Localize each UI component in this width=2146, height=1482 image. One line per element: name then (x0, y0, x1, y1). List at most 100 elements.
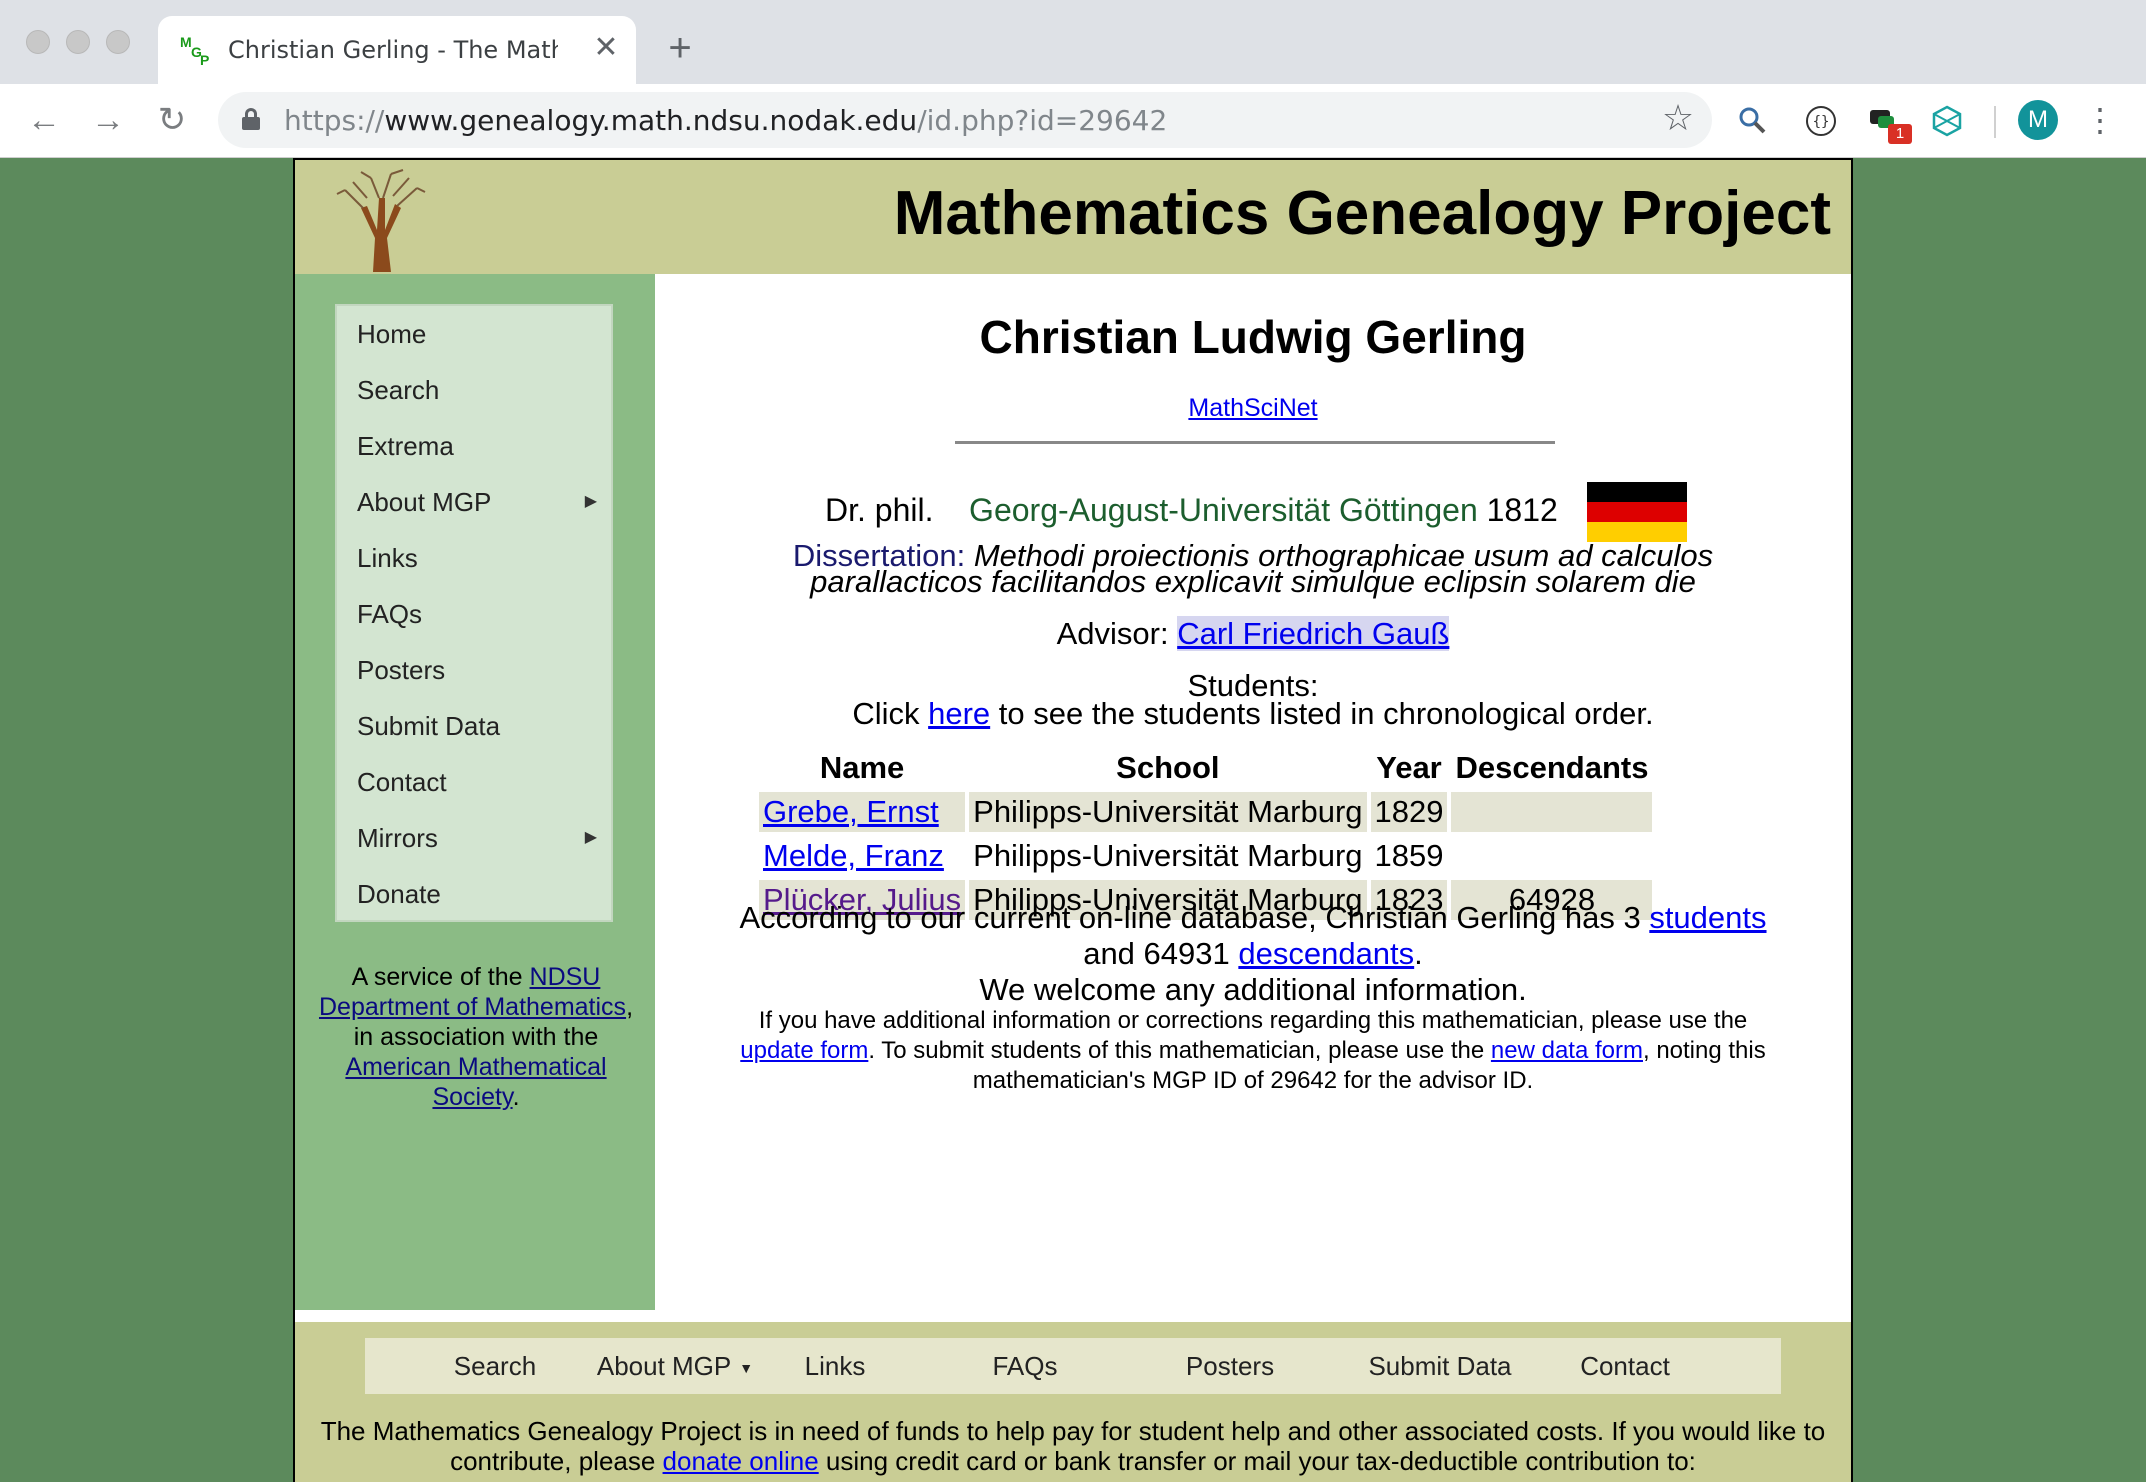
sidebar-item-faqs[interactable]: FAQs (337, 586, 611, 642)
window-close-dot[interactable] (26, 30, 50, 54)
chrono-text: Click (852, 696, 929, 731)
students-table: Name School Year Descendants Grebe, Erns… (755, 744, 1656, 924)
sidebar-item-submit-data[interactable]: Submit Data (337, 698, 611, 754)
sidebar-item-home[interactable]: Home (337, 306, 611, 362)
sidebar-item-label: Submit Data (357, 711, 501, 741)
sidebar-item-label: Home (357, 319, 427, 349)
fund-text: contribute, please (450, 1446, 663, 1476)
extension-chat-icon[interactable]: 1 (1866, 104, 1912, 144)
mathscinet-link[interactable]: MathSciNet (1188, 394, 1317, 422)
sidebar-item-label: Posters (357, 655, 446, 685)
site-banner: Mathematics Genealogy Project (295, 158, 1851, 274)
student-link[interactable]: Grebe, Ernst (763, 794, 939, 829)
tab-close-icon[interactable]: ✕ (588, 30, 624, 66)
footer-nav-search[interactable]: Search (425, 1338, 565, 1394)
new-tab-icon[interactable]: + (660, 28, 700, 68)
chronological-link[interactable]: here (928, 696, 990, 731)
new-data-form-link[interactable]: new data form (1491, 1037, 1643, 1064)
reload-icon[interactable]: ↻ (152, 100, 192, 140)
degree-row: Dr. phil. Georg-August-Universität Götti… (655, 480, 1851, 542)
ams-link[interactable]: American Mathematical Society (345, 1053, 606, 1111)
dissertation-line-2: parallacticos facilitandos explicavit si… (655, 564, 1851, 600)
tab-strip: MGP Christian Gerling - The Mathem ✕ + (0, 0, 2146, 84)
summary-text: According to our current on-line databas… (739, 900, 1650, 935)
extension-badge: 1 (1888, 124, 1912, 144)
welcome-text: We welcome any additional information. (979, 972, 1527, 1007)
window-zoom-dot[interactable] (106, 30, 130, 54)
student-year-cell: 1829 (1370, 792, 1448, 832)
url-text[interactable]: https://www.genealogy.math.ndsu.nodak.ed… (284, 104, 1168, 137)
sidebar-item-label: Contact (357, 767, 447, 797)
extension-json-icon[interactable]: {} (1804, 104, 1838, 138)
advisor-row: Advisor: Carl Friedrich Gauß (655, 616, 1851, 652)
students-chrono-row: Click here to see the students listed in… (655, 696, 1851, 732)
note-text: mathematician's MGP ID of 29642 for the … (972, 1067, 1534, 1094)
sidebar-item-label: FAQs (357, 599, 423, 629)
sidebar-item-search[interactable]: Search (337, 362, 611, 418)
divider (955, 441, 1555, 444)
students-link[interactable]: students (1649, 900, 1766, 935)
browser-menu-icon[interactable]: ⋮ (2084, 100, 2116, 140)
sidebar-item-extrema[interactable]: Extrema (337, 418, 611, 474)
degree-school: Georg-August-Universität Göttingen (969, 492, 1478, 528)
window-minimize-dot[interactable] (66, 30, 90, 54)
sidebar-item-links[interactable]: Links (337, 530, 611, 586)
extension-search-icon[interactable] (1736, 104, 1770, 138)
student-name-cell: Melde, Franz (759, 836, 965, 876)
note-text: , noting this (1642, 1037, 1766, 1064)
sidebar-item-donate[interactable]: Donate (337, 866, 611, 922)
sidebar-item-label: Search (357, 375, 440, 405)
site-title: Mathematics Genealogy Project (893, 179, 1831, 248)
service-text: . (512, 1083, 520, 1111)
address-bar[interactable]: https://www.genealogy.math.ndsu.nodak.ed… (218, 92, 1712, 148)
donate-online-link[interactable]: donate online (663, 1446, 819, 1476)
advisor-link[interactable]: Carl Friedrich Gauß (1177, 616, 1450, 651)
student-link[interactable]: Melde, Franz (763, 838, 944, 873)
svg-text:{}: {} (1813, 114, 1830, 130)
student-school-cell: Philipps-Universität Marburg (969, 792, 1367, 832)
profile-avatar[interactable]: M (2018, 100, 2058, 140)
footer: Search About MGP ▼ Links FAQs Posters Sub… (295, 1322, 1851, 1482)
update-note: If you have additional information or co… (675, 1006, 1831, 1096)
descendants-link[interactable]: descendants (1238, 936, 1414, 971)
dropdown-caret-icon: ▼ (739, 1360, 754, 1377)
submenu-arrow-icon: ▶ (584, 493, 597, 510)
mathematician-name: Christian Ludwig Gerling (979, 311, 1527, 363)
summary: According to our current on-line databas… (655, 900, 1851, 1008)
table-header-row: Name School Year Descendants (759, 748, 1652, 788)
browser-chrome: MGP Christian Gerling - The Mathem ✕ + ←… (0, 0, 2146, 158)
extension-network-icon[interactable] (1930, 104, 1964, 138)
page-frame: Mathematics Genealogy Project Home Searc… (293, 158, 1853, 1482)
url-scheme: https:// (284, 104, 385, 137)
footer-nav-contact[interactable]: Contact (1555, 1338, 1695, 1394)
bookmark-star-icon[interactable]: ☆ (1658, 98, 1698, 138)
sidebar-item-posters[interactable]: Posters (337, 642, 611, 698)
sidebar-item-label: Links (357, 543, 418, 573)
tree-logo-icon[interactable] (331, 168, 431, 272)
germany-flag-icon (1587, 482, 1687, 542)
sidebar-item-label: About MGP (357, 487, 492, 517)
footer-nav-submit-data[interactable]: Submit Data (1355, 1338, 1525, 1394)
note-text: If you have additional information or co… (758, 1007, 1748, 1034)
student-descendants-cell (1451, 792, 1653, 832)
forward-arrow-icon[interactable]: → (88, 100, 128, 140)
footer-nav-faqs[interactable]: FAQs (945, 1338, 1105, 1394)
sidebar-item-mirrors[interactable]: Mirrors ▶ (337, 810, 611, 866)
footer-nav-about-mgp[interactable]: About MGP ▼ (585, 1338, 765, 1394)
student-descendants-cell (1451, 836, 1652, 876)
url-path: /id.php?id=29642 (917, 104, 1168, 137)
degree-text: Dr. phil. Georg-August-Universität Götti… (825, 492, 1558, 529)
col-year-header: Year (1376, 750, 1442, 785)
sidebar-item-about-mgp[interactable]: About MGP ▶ (337, 474, 611, 530)
sidebar-item-contact[interactable]: Contact (337, 754, 611, 810)
main-content: Christian Ludwig Gerling MathSciNet Dr. … (655, 274, 1851, 1310)
update-form-link[interactable]: update form (740, 1037, 868, 1064)
fund-text: The Mathematics Genealogy Project is in … (320, 1416, 1826, 1446)
col-name-header: Name (819, 750, 905, 785)
back-arrow-icon[interactable]: ← (24, 100, 64, 140)
footer-nav-links[interactable]: Links (775, 1338, 895, 1394)
footer-nav-posters[interactable]: Posters (1155, 1338, 1305, 1394)
table-row: Melde, Franz Philipps-Universität Marbur… (759, 836, 1652, 876)
mathscinet-row: MathSciNet (655, 394, 1851, 423)
active-tab[interactable]: MGP Christian Gerling - The Mathem ✕ (158, 16, 636, 84)
